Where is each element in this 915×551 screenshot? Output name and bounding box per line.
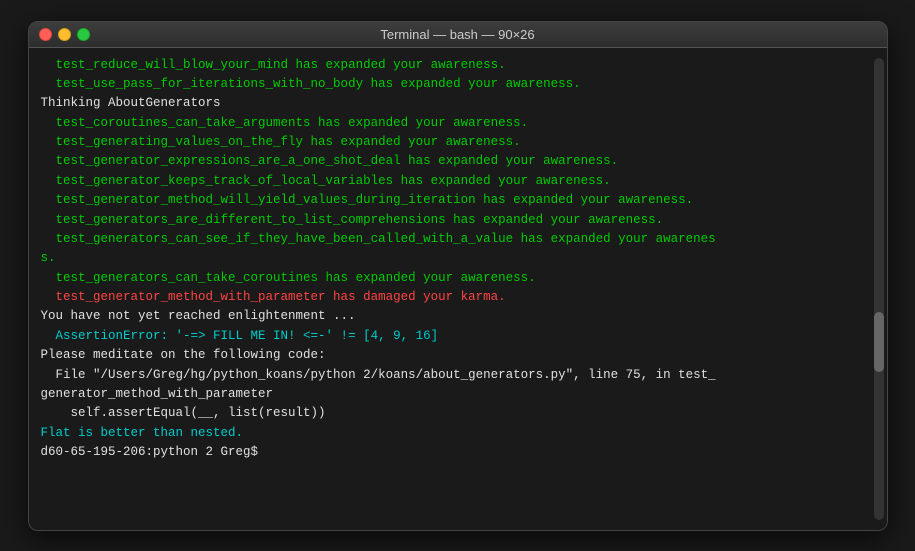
terminal-line: test_coroutines_can_take_arguments has e… xyxy=(41,114,875,133)
close-button[interactable] xyxy=(39,28,52,41)
terminal-line: Flat is better than nested. xyxy=(41,424,875,443)
terminal-line: test_generator_expressions_are_a_one_sho… xyxy=(41,152,875,171)
terminal-line: You have not yet reached enlightenment .… xyxy=(41,307,875,326)
terminal-line: test_reduce_will_blow_your_mind has expa… xyxy=(41,56,875,75)
terminal-line: test_use_pass_for_iterations_with_no_bod… xyxy=(41,75,875,94)
minimize-button[interactable] xyxy=(58,28,71,41)
window-title: Terminal — bash — 90×26 xyxy=(380,27,534,42)
title-bar: Terminal — bash — 90×26 xyxy=(29,22,887,48)
terminal-content: test_reduce_will_blow_your_mind has expa… xyxy=(41,56,875,463)
terminal-line: test_generator_method_with_parameter has… xyxy=(41,288,875,307)
terminal-line: generator_method_with_parameter xyxy=(41,385,875,404)
terminal-line: test_generator_method_will_yield_values_… xyxy=(41,191,875,210)
terminal-line: self.assertEqual(__, list(result)) xyxy=(41,404,875,423)
scrollbar[interactable] xyxy=(874,58,884,520)
scrollbar-thumb[interactable] xyxy=(874,312,884,372)
terminal-line: Please meditate on the following code: xyxy=(41,346,875,365)
terminal-body[interactable]: test_reduce_will_blow_your_mind has expa… xyxy=(29,48,887,530)
traffic-lights xyxy=(39,28,90,41)
terminal-line: AssertionError: '-=> FILL ME IN! <=-' !=… xyxy=(41,327,875,346)
terminal-line: test_generators_can_see_if_they_have_bee… xyxy=(41,230,875,249)
terminal-line: test_generating_values_on_the_fly has ex… xyxy=(41,133,875,152)
terminal-line: test_generators_are_different_to_list_co… xyxy=(41,211,875,230)
terminal-line: test_generator_keeps_track_of_local_vari… xyxy=(41,172,875,191)
terminal-line: File "/Users/Greg/hg/python_koans/python… xyxy=(41,366,875,385)
terminal-line: s. xyxy=(41,249,875,268)
maximize-button[interactable] xyxy=(77,28,90,41)
terminal-window: Terminal — bash — 90×26 test_reduce_will… xyxy=(28,21,888,531)
terminal-line: d60-65-195-206:python 2 Greg$ xyxy=(41,443,875,462)
terminal-line: test_generators_can_take_coroutines has … xyxy=(41,269,875,288)
terminal-line: Thinking AboutGenerators xyxy=(41,94,875,113)
